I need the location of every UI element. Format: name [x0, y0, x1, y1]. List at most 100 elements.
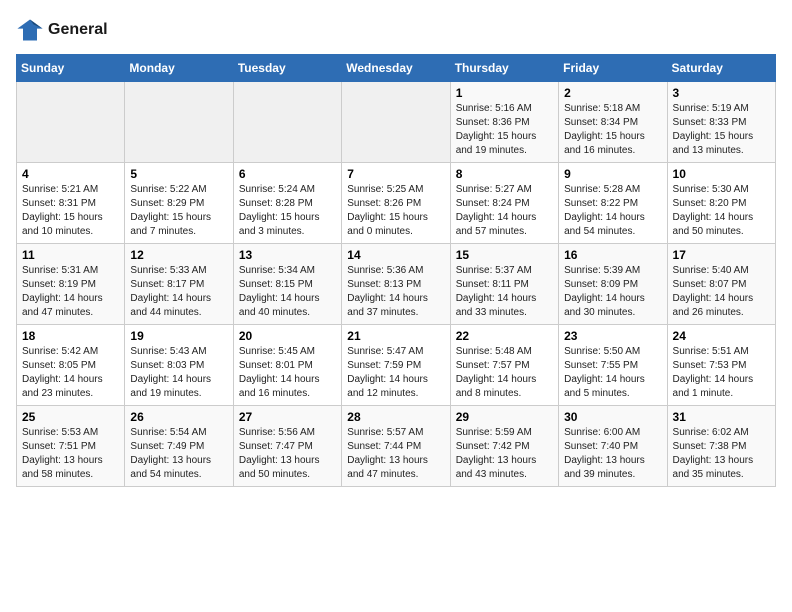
logo-icon — [16, 16, 44, 44]
calendar-day-cell: 23 Sunrise: 5:50 AM Sunset: 7:55 PM Dayli… — [559, 325, 667, 406]
day-info: Sunrise: 5:45 AM Sunset: 8:01 PM Dayligh… — [239, 345, 336, 401]
day-number: 9 — [564, 167, 661, 181]
day-number: 4 — [22, 167, 119, 181]
calendar-day-cell: 8 Sunrise: 5:27 AM Sunset: 8:24 PM Daylig… — [450, 163, 558, 244]
calendar-week-row: 4 Sunrise: 5:21 AM Sunset: 8:31 PM Daylig… — [17, 163, 776, 244]
day-info: Sunrise: 5:36 AM Sunset: 8:13 PM Dayligh… — [347, 264, 444, 320]
calendar-day-cell: 11Sunrise: 5:31 AM Sunset: 8:19 PM Dayli… — [17, 244, 125, 325]
day-info: Sunrise: 5:21 AM Sunset: 8:31 PM Dayligh… — [22, 183, 119, 239]
day-info: Sunrise: 5:34 AM Sunset: 8:15 PM Dayligh… — [239, 264, 336, 320]
day-number: 7 — [347, 167, 444, 181]
day-info: Sunrise: 5:59 AM Sunset: 7:42 PM Dayligh… — [456, 426, 553, 482]
day-info: Sunrise: 5:25 AM Sunset: 8:26 PM Dayligh… — [347, 183, 444, 239]
calendar-day-cell: 17 Sunrise: 5:40 AM Sunset: 8:07 PM Dayli… — [667, 244, 775, 325]
calendar-day-cell: 21 Sunrise: 5:47 AM Sunset: 7:59 PM Dayli… — [342, 325, 450, 406]
calendar-table: SundayMondayTuesdayWednesdayThursdayFrid… — [16, 54, 776, 487]
day-number: 2 — [564, 86, 661, 100]
day-number: 28 — [347, 410, 444, 424]
day-number: 13 — [239, 248, 336, 262]
calendar-header-row: SundayMondayTuesdayWednesdayThursdayFrid… — [17, 55, 776, 82]
calendar-day-cell: 15 Sunrise: 5:37 AM Sunset: 8:11 PM Dayli… — [450, 244, 558, 325]
weekday-header: Friday — [559, 55, 667, 82]
calendar-day-cell — [233, 82, 341, 163]
day-info: Sunrise: 5:28 AM Sunset: 8:22 PM Dayligh… — [564, 183, 661, 239]
day-info: Sunrise: 5:18 AM Sunset: 8:34 PM Dayligh… — [564, 102, 661, 158]
day-number: 21 — [347, 329, 444, 343]
day-number: 19 — [130, 329, 227, 343]
day-info: Sunrise: 5:56 AM Sunset: 7:47 PM Dayligh… — [239, 426, 336, 482]
day-number: 3 — [673, 86, 770, 100]
calendar-day-cell: 7 Sunrise: 5:25 AM Sunset: 8:26 PM Daylig… — [342, 163, 450, 244]
day-number: 5 — [130, 167, 227, 181]
day-info: Sunrise: 5:30 AM Sunset: 8:20 PM Dayligh… — [673, 183, 770, 239]
day-number: 29 — [456, 410, 553, 424]
day-number: 27 — [239, 410, 336, 424]
calendar-day-cell: 30 Sunrise: 6:00 AM Sunset: 7:40 PM Dayli… — [559, 406, 667, 487]
calendar-day-cell — [342, 82, 450, 163]
day-number: 22 — [456, 329, 553, 343]
day-info: Sunrise: 5:43 AM Sunset: 8:03 PM Dayligh… — [130, 345, 227, 401]
calendar-week-row: 18 Sunrise: 5:42 AM Sunset: 8:05 PM Dayli… — [17, 325, 776, 406]
day-info: Sunrise: 5:16 AM Sunset: 8:36 PM Dayligh… — [456, 102, 553, 158]
calendar-week-row: 11Sunrise: 5:31 AM Sunset: 8:19 PM Dayli… — [17, 244, 776, 325]
day-info: Sunrise: 5:51 AM Sunset: 7:53 PM Dayligh… — [673, 345, 770, 401]
weekday-header: Monday — [125, 55, 233, 82]
calendar-day-cell: 3 Sunrise: 5:19 AM Sunset: 8:33 PM Daylig… — [667, 82, 775, 163]
day-info: Sunrise: 5:48 AM Sunset: 7:57 PM Dayligh… — [456, 345, 553, 401]
day-number: 31 — [673, 410, 770, 424]
day-number: 23 — [564, 329, 661, 343]
weekday-header: Wednesday — [342, 55, 450, 82]
calendar-day-cell: 4 Sunrise: 5:21 AM Sunset: 8:31 PM Daylig… — [17, 163, 125, 244]
calendar-day-cell: 6 Sunrise: 5:24 AM Sunset: 8:28 PM Daylig… — [233, 163, 341, 244]
calendar-day-cell: 22 Sunrise: 5:48 AM Sunset: 7:57 PM Dayli… — [450, 325, 558, 406]
day-info: Sunrise: 5:19 AM Sunset: 8:33 PM Dayligh… — [673, 102, 770, 158]
day-info: Sunrise: 5:50 AM Sunset: 7:55 PM Dayligh… — [564, 345, 661, 401]
weekday-header: Thursday — [450, 55, 558, 82]
day-number: 25 — [22, 410, 119, 424]
day-info: Sunrise: 5:22 AM Sunset: 8:29 PM Dayligh… — [130, 183, 227, 239]
calendar-week-row: 25 Sunrise: 5:53 AM Sunset: 7:51 PM Dayli… — [17, 406, 776, 487]
weekday-header: Saturday — [667, 55, 775, 82]
calendar-day-cell: 25 Sunrise: 5:53 AM Sunset: 7:51 PM Dayli… — [17, 406, 125, 487]
calendar-day-cell — [17, 82, 125, 163]
calendar-day-cell: 13 Sunrise: 5:34 AM Sunset: 8:15 PM Dayli… — [233, 244, 341, 325]
calendar-day-cell: 9 Sunrise: 5:28 AM Sunset: 8:22 PM Daylig… — [559, 163, 667, 244]
day-number: 24 — [673, 329, 770, 343]
day-info: Sunrise: 5:47 AM Sunset: 7:59 PM Dayligh… — [347, 345, 444, 401]
day-number: 16 — [564, 248, 661, 262]
calendar-day-cell: 27 Sunrise: 5:56 AM Sunset: 7:47 PM Dayli… — [233, 406, 341, 487]
calendar-day-cell: 28 Sunrise: 5:57 AM Sunset: 7:44 PM Dayli… — [342, 406, 450, 487]
day-info: Sunrise: 5:40 AM Sunset: 8:07 PM Dayligh… — [673, 264, 770, 320]
day-info: Sunrise: 5:24 AM Sunset: 8:28 PM Dayligh… — [239, 183, 336, 239]
day-number: 18 — [22, 329, 119, 343]
day-number: 10 — [673, 167, 770, 181]
day-info: Sunrise: 5:37 AM Sunset: 8:11 PM Dayligh… — [456, 264, 553, 320]
calendar-day-cell: 16Sunrise: 5:39 AM Sunset: 8:09 PM Dayli… — [559, 244, 667, 325]
day-number: 6 — [239, 167, 336, 181]
logo: General — [16, 16, 108, 44]
day-info: Sunrise: 6:00 AM Sunset: 7:40 PM Dayligh… — [564, 426, 661, 482]
day-number: 8 — [456, 167, 553, 181]
day-number: 17 — [673, 248, 770, 262]
calendar-day-cell: 10 Sunrise: 5:30 AM Sunset: 8:20 PM Dayli… — [667, 163, 775, 244]
logo-text: General — [48, 21, 108, 39]
calendar-day-cell: 12 Sunrise: 5:33 AM Sunset: 8:17 PM Dayli… — [125, 244, 233, 325]
calendar-week-row: 1Sunrise: 5:16 AM Sunset: 8:36 PM Daylig… — [17, 82, 776, 163]
day-number: 12 — [130, 248, 227, 262]
calendar-day-cell: 14 Sunrise: 5:36 AM Sunset: 8:13 PM Dayli… — [342, 244, 450, 325]
calendar-day-cell: 24 Sunrise: 5:51 AM Sunset: 7:53 PM Dayli… — [667, 325, 775, 406]
calendar-day-cell: 20Sunrise: 5:45 AM Sunset: 8:01 PM Dayli… — [233, 325, 341, 406]
calendar-day-cell: 5 Sunrise: 5:22 AM Sunset: 8:29 PM Daylig… — [125, 163, 233, 244]
day-number: 30 — [564, 410, 661, 424]
day-number: 15 — [456, 248, 553, 262]
day-number: 14 — [347, 248, 444, 262]
page-header: General — [16, 16, 776, 44]
day-info: Sunrise: 5:42 AM Sunset: 8:05 PM Dayligh… — [22, 345, 119, 401]
day-info: Sunrise: 5:53 AM Sunset: 7:51 PM Dayligh… — [22, 426, 119, 482]
weekday-header: Tuesday — [233, 55, 341, 82]
calendar-day-cell: 31Sunrise: 6:02 AM Sunset: 7:38 PM Dayli… — [667, 406, 775, 487]
day-info: Sunrise: 5:27 AM Sunset: 8:24 PM Dayligh… — [456, 183, 553, 239]
day-info: Sunrise: 5:57 AM Sunset: 7:44 PM Dayligh… — [347, 426, 444, 482]
calendar-day-cell: 26Sunrise: 5:54 AM Sunset: 7:49 PM Dayli… — [125, 406, 233, 487]
day-info: Sunrise: 5:33 AM Sunset: 8:17 PM Dayligh… — [130, 264, 227, 320]
